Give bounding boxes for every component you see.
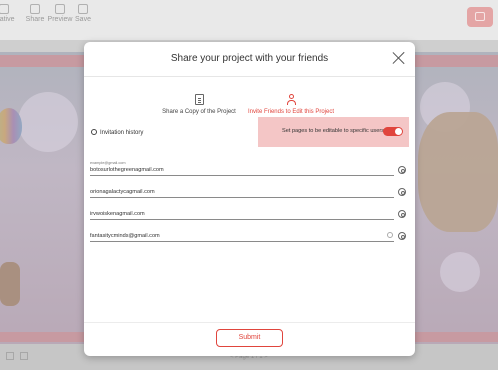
share-icon	[30, 4, 40, 14]
share-modal: Share your project with your friends Sha…	[84, 42, 415, 356]
tab-invite-edit-label: Invite Friends to Edit this Project	[247, 109, 335, 115]
email-underline	[90, 175, 394, 176]
baby-image	[418, 112, 498, 232]
decor-bubble	[18, 92, 78, 152]
email-field[interactable]: irvwoiskenagmail.com	[90, 209, 408, 225]
toggle-knob	[395, 128, 402, 135]
preview-label: Preview	[47, 16, 73, 23]
save-icon	[78, 4, 88, 14]
editable-pages-label: Set pages to be editable to specific use…	[282, 128, 384, 134]
email-underline	[90, 197, 394, 198]
decorative-icon	[0, 4, 9, 14]
editable-pages-panel: Set pages to be editable to specific use…	[258, 117, 409, 147]
undo-icon[interactable]	[6, 352, 14, 360]
modal-footer-divider	[84, 322, 415, 323]
save-tool[interactable]: Save	[74, 4, 92, 23]
editor-toolbar: orative Share Preview Save	[0, 0, 498, 40]
editable-pages-toggle[interactable]	[383, 127, 403, 136]
gift-button[interactable]	[467, 7, 493, 27]
preview-tool[interactable]: Preview	[47, 4, 73, 23]
modal-title: Share your project with your friends	[170, 53, 329, 64]
email-value[interactable]: irvwoiskenagmail.com	[90, 211, 145, 217]
gift-icon	[475, 12, 485, 21]
teddy-image	[0, 262, 20, 306]
layers-icon[interactable]	[20, 352, 28, 360]
tab-invite-edit[interactable]: Invite Friends to Edit this Project	[232, 94, 350, 115]
close-icon[interactable]	[392, 51, 406, 65]
email-field[interactable]: orionagalactycagmail.com	[90, 187, 408, 203]
decorative-label: orative	[0, 16, 15, 23]
decorative-tool[interactable]: orative	[0, 4, 22, 23]
email-value[interactable]: botosurlothegreenagmail.com	[90, 167, 164, 173]
email-field-label: example@gmail.com	[90, 161, 126, 165]
invitation-history-link[interactable]: Invitation history	[91, 129, 143, 136]
email-underline	[90, 241, 394, 242]
email-field[interactable]: fantasitycminds@gmail.com	[90, 231, 408, 247]
gear-icon[interactable]	[398, 166, 406, 174]
document-icon	[194, 94, 204, 105]
gear-icon[interactable]	[398, 188, 406, 196]
decor-bubble	[440, 252, 480, 292]
invitation-history-label: Invitation history	[100, 130, 144, 136]
email-underline	[90, 219, 394, 220]
preview-icon	[55, 4, 65, 14]
email-value[interactable]: orionagalactycagmail.com	[90, 189, 155, 195]
search-icon	[91, 129, 97, 135]
share-label: Share	[25, 16, 45, 23]
email-value[interactable]: fantasitycminds@gmail.com	[90, 233, 160, 239]
balloon-image	[0, 108, 22, 144]
submit-button[interactable]: Submit	[216, 329, 283, 347]
person-icon	[286, 94, 297, 105]
gear-icon[interactable]	[398, 210, 406, 218]
save-label: Save	[75, 16, 91, 23]
gear-icon[interactable]	[398, 232, 406, 240]
share-tool[interactable]: Share	[25, 4, 45, 23]
modal-divider	[84, 76, 415, 77]
email-field[interactable]: example@gmail.com botosurlothegreenagmai…	[90, 161, 408, 181]
tab-share-copy-label: Share a Copy of the Project	[162, 109, 236, 115]
clear-icon[interactable]	[387, 232, 393, 238]
